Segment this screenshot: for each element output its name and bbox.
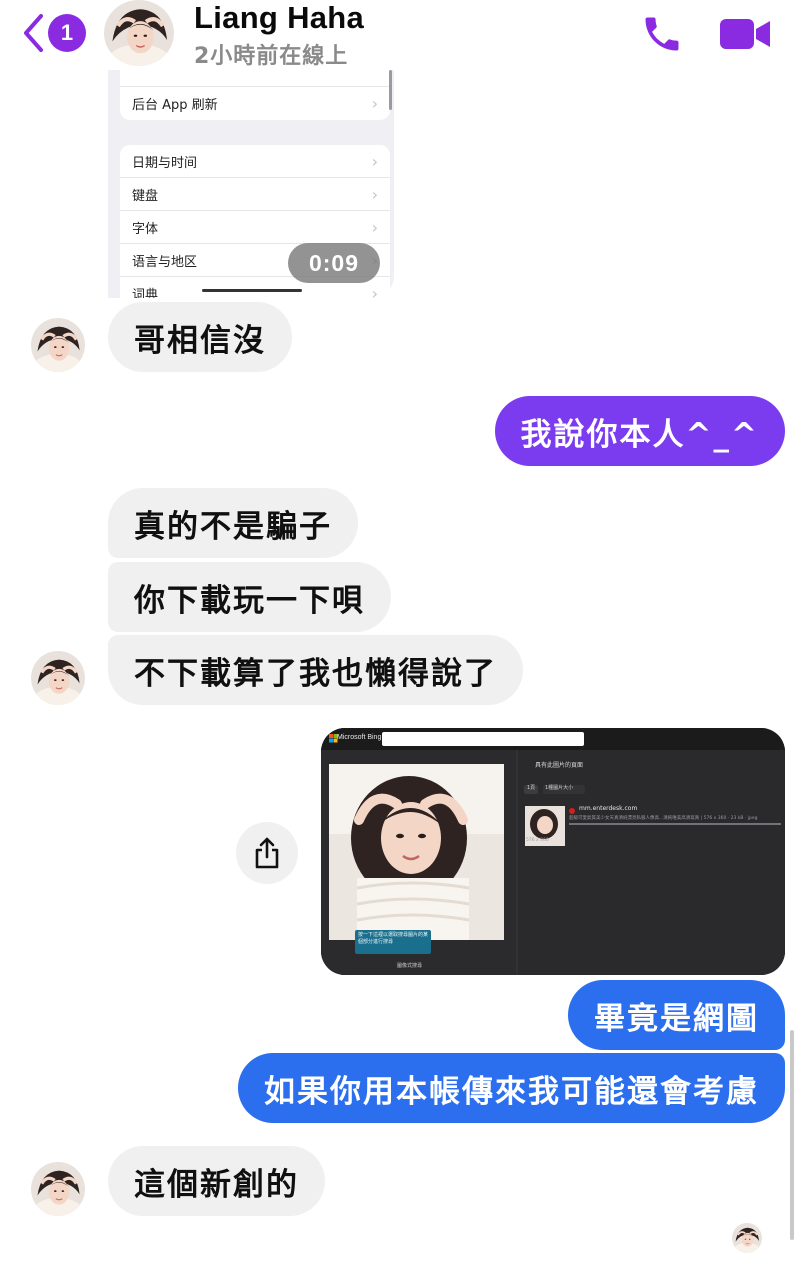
sent-message[interactable]: 如果你用本帳傳來我可能還會考慮 <box>238 1053 785 1123</box>
received-message[interactable]: 真的不是騙子 <box>108 488 358 558</box>
settings-row-label: 后台 App 刷新 <box>132 98 218 113</box>
back-button[interactable]: 1 <box>22 12 92 54</box>
phone-icon <box>645 17 679 51</box>
chevron-right-icon: › <box>371 217 378 237</box>
video-duration: 0:09 <box>288 243 380 283</box>
result-site: mm.enterdesk.com <box>579 805 638 812</box>
sent-message[interactable]: 我說你本人^_^ <box>494 396 785 466</box>
image-message[interactable]: Microsoft Bing 具有此圖片的頁面 1頁 1種圖片大小 mm.ent… <box>321 728 785 975</box>
received-message[interactable]: 不下載算了我也懶得說了 <box>108 635 523 705</box>
unread-count-badge: 1 <box>48 14 86 52</box>
received-message[interactable]: 你下載玩一下唄 <box>108 562 391 632</box>
result-size: 576 x 360 <box>526 838 549 843</box>
received-message[interactable]: 這個新創的 <box>108 1146 325 1216</box>
read-receipt-avatar <box>732 1223 762 1253</box>
visual-search-label: 圖像式搜尋 <box>397 963 423 969</box>
chevron-right-icon: › <box>371 184 378 204</box>
tab-sizes: 1種圖片大小 <box>545 785 574 791</box>
settings-row-label: 字体 <box>132 221 159 237</box>
contact-avatar[interactable] <box>31 651 85 705</box>
chevron-right-icon: › <box>371 94 378 113</box>
received-message[interactable]: 哥相信沒 <box>108 302 292 372</box>
scrollbar[interactable] <box>790 1030 794 1240</box>
chevron-right-icon: › <box>371 151 378 171</box>
tab-pages: 1頁 <box>527 785 536 791</box>
chat-header: 1 Liang Haha 2小時前在線上 <box>0 0 801 70</box>
share-icon <box>255 837 279 869</box>
sent-message[interactable]: 畢竟是網圖 <box>568 980 785 1050</box>
bing-logo-text: Microsoft Bing <box>337 734 382 741</box>
video-camera-icon <box>720 19 770 49</box>
chevron-right-icon: › <box>371 284 378 298</box>
settings-row-label: 键盘 <box>132 188 159 204</box>
contact-avatar[interactable] <box>104 0 174 66</box>
home-indicator <box>202 289 302 292</box>
settings-row: 日期与时间 › <box>120 145 390 178</box>
voice-call-button[interactable] <box>640 12 684 56</box>
contact-name[interactable]: Liang Haha <box>194 0 364 36</box>
settings-row-label: 日期与时间 <box>132 155 198 171</box>
settings-row: 字体 › <box>120 211 390 244</box>
search-tooltip: 按一下這裡以選取搜尋圖片的某個部分進行搜尋 <box>358 932 429 945</box>
settings-row: 后台 App 刷新 › <box>120 87 390 120</box>
contact-avatar[interactable] <box>31 1162 85 1216</box>
video-message[interactable]: 后台 App 刷新 › 日期与时间 › 键盘 › 字体 › 语言与地区 › 词典 › 0:… <box>108 60 394 298</box>
video-scroll-indicator <box>389 70 392 110</box>
chevron-left-icon <box>24 14 43 52</box>
share-button[interactable] <box>236 822 298 884</box>
result-description: 超級可愛氣質美少女天真清純漂亮私服人像高...清純唯美高清寫真 | 576 x … <box>569 816 758 821</box>
settings-row: 键盘 › <box>120 178 390 211</box>
contact-avatar[interactable] <box>31 318 85 372</box>
settings-row-label: 词典 <box>132 288 159 298</box>
video-call-button[interactable] <box>718 16 772 52</box>
pages-heading: 具有此圖片的頁面 <box>535 762 584 769</box>
contact-status: 2小時前在線上 <box>194 44 349 69</box>
settings-row-label: 语言与地区 <box>132 254 198 270</box>
